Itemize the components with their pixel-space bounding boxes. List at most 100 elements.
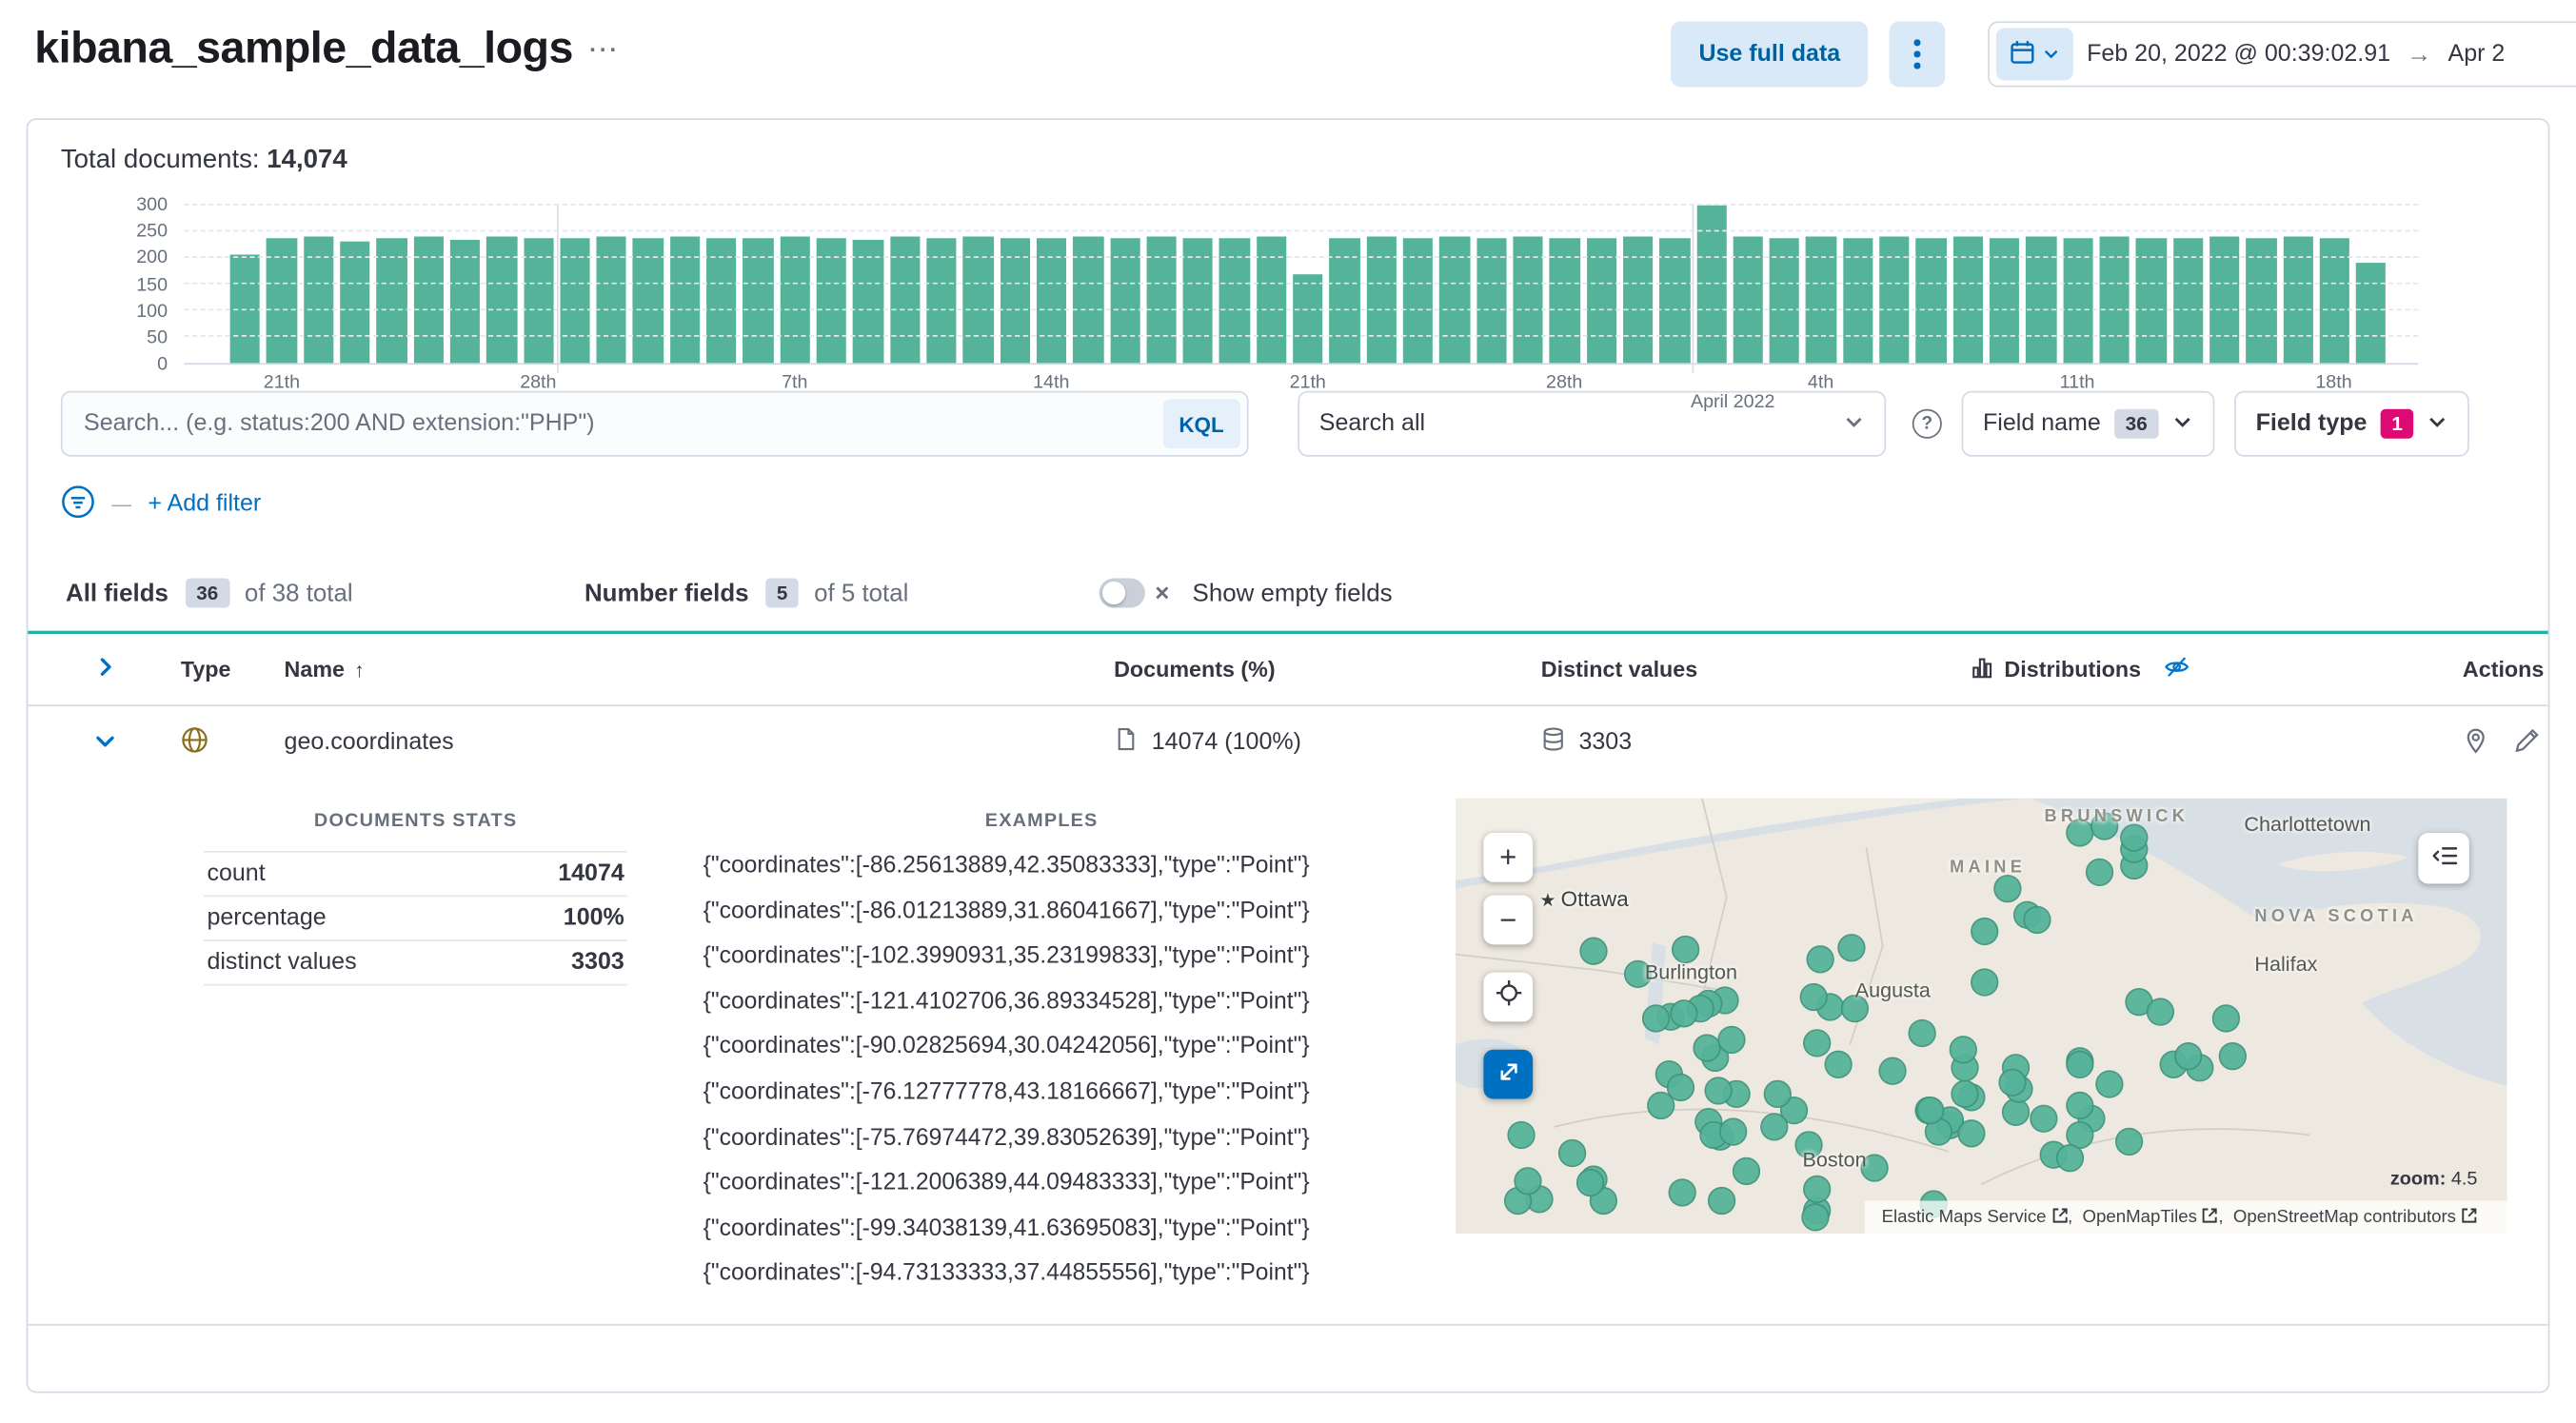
zoom-label: zoom: [2389,1169,2447,1190]
map-point [2174,1041,2203,1070]
map-attribution: Elastic Maps Service, OpenMapTiles, Open… [1865,1200,2507,1235]
explore-in-maps-button[interactable] [2463,727,2489,759]
total-documents-value: 14,074 [267,146,347,174]
expanded-row: DOCUMENTS STATS count 14074 percentage 100%… [28,779,2548,1326]
y-axis-label: 200 [136,248,168,268]
gridline [184,256,2419,258]
map-point [1800,982,1829,1012]
map-point [2086,858,2115,886]
total-documents-label: Total documents: [60,146,260,174]
number-fields-count-badge: 5 [764,578,800,608]
kebab-dot [1914,39,1921,46]
column-header-distributions[interactable]: Distributions [1942,654,2435,685]
fit-to-data-button[interactable] [1483,972,1534,1022]
expand-all-button[interactable] [93,656,116,683]
legend-icon [2430,842,2457,874]
calendar-button[interactable] [1996,28,2074,81]
expand-map-button[interactable] [1483,1049,1534,1099]
x-axis-tick-label: 21th [1289,372,1326,393]
map-point [1916,1096,1945,1124]
external-link-icon [2051,1207,2068,1228]
column-header-type[interactable]: Type [152,657,256,682]
stats-value: 100% [563,904,624,932]
collapse-row-button[interactable] [93,728,116,756]
crosshair-icon [1495,979,1522,1016]
all-fields-total: of 38 total [244,579,353,607]
stats-value: 14074 [558,860,624,887]
histogram-bar [780,235,810,364]
date-picker: Feb 20, 2022 @ 00:39:02.91 → Apr 2 [1988,21,2576,88]
map-attribution-link[interactable]: Elastic Maps Service [1882,1207,2068,1228]
map-point [1907,1018,1936,1047]
documents-stats-block: DOCUMENTS STATS count 14074 percentage 100%… [203,812,628,986]
end-date-button[interactable]: Apr 2 [2442,41,2512,68]
map-point [1557,1139,1587,1168]
map-point [1669,998,1697,1028]
map-point [1949,1036,1977,1065]
zoom-in-button[interactable]: + [1483,832,1534,882]
map-point [2066,1050,2095,1078]
y-axis-label: 0 [157,354,168,375]
map-point [2056,1143,2085,1172]
examples-title: EXAMPLES [984,811,1099,832]
stats-label: distinct values [207,949,357,977]
histogram-bar [340,241,370,364]
start-date-button[interactable]: Feb 20, 2022 @ 00:39:02.91 [2080,41,2397,68]
pinned-filters-button[interactable] [61,484,95,524]
map-point [2030,1104,2058,1134]
histogram-bar [2355,263,2387,364]
calendar-icon [2010,39,2036,70]
histogram-bar [2282,235,2313,364]
x-axis-tick-label: 28th [520,372,557,393]
map-point [1803,1175,1832,1203]
kebab-menu-button[interactable] [1890,21,1946,88]
show-empty-fields-toggle[interactable] [1099,578,1145,608]
column-header-distinct-values[interactable]: Distinct values [1513,657,1941,682]
total-documents: Total documents: 14,074 [28,147,2547,176]
use-full-data-button[interactable]: Use full data [1671,21,1869,88]
column-header-name[interactable]: Name ↑ [256,657,1086,682]
number-fields-label: Number fields [584,579,749,607]
search-input[interactable] [60,390,1249,457]
gridline [184,203,2419,206]
title-options-button[interactable]: ··· [589,36,620,63]
map-attribution-link[interactable]: OpenMapTiles [2082,1207,2218,1228]
map-label: Burlington [1644,960,1737,984]
chevron-right-icon [93,656,116,683]
fields-summary: All fields 36 of 38 total Number fields … [28,578,2547,608]
map-preview[interactable]: BRUNSWICK Charlottetown MAINE NOVA SCOTIA Ha… [1456,798,2507,1235]
map-point [1667,1073,1695,1101]
example-value: {"coordinates":[-121.2006389,44.09483333… [703,1170,1310,1196]
kql-button[interactable]: KQL [1162,399,1240,449]
filter-bar: — + Add filter [28,484,2547,524]
map-label: Augusta [1854,978,1931,1002]
filter-separator: — [111,492,132,516]
attribution-separator: , [2218,1207,2229,1228]
map-point [1719,1117,1748,1146]
add-filter-link[interactable]: + Add filter [148,491,261,518]
zoom-out-button[interactable]: − [1483,895,1534,945]
histogram-bar [449,239,481,364]
field-row-geo-coordinates[interactable]: geo.coordinates 14074 (100%) 3303 [28,706,2547,779]
y-axis-label: 150 [136,275,168,295]
external-link-icon [2202,1207,2218,1228]
hide-distributions-button[interactable] [2164,654,2190,685]
map-label: Ottawa [1539,886,1629,911]
column-header-actions: Actions [2462,657,2545,682]
map-attribution-link[interactable]: OpenStreetMap contributors [2233,1207,2478,1228]
edit-field-button[interactable] [2513,727,2540,759]
map-point [1763,1080,1793,1109]
map-point [1997,1068,2026,1097]
documents-histogram: 0 50 100 150 200 250 300 21th 28th 7th 14th 21th 28… [136,195,2419,412]
example-value: {"coordinates":[-76.12777778,43.18166667… [703,1078,1310,1106]
example-value: {"coordinates":[-121.4102706,36.89334528… [703,988,1310,1016]
map-legend-toggle-button[interactable] [2418,832,2469,884]
date-range-arrow: → [2407,40,2432,69]
panel-filler [28,1326,2547,1392]
column-header-documents[interactable]: Documents (%) [1086,657,1514,682]
map-point [2114,1127,2143,1156]
example-value: {"coordinates":[-99.34038139,41.63695083… [703,1215,1310,1242]
toggle-knob [1102,581,1126,605]
map-point [1671,936,1699,964]
stats-row: percentage 100% [203,897,628,941]
